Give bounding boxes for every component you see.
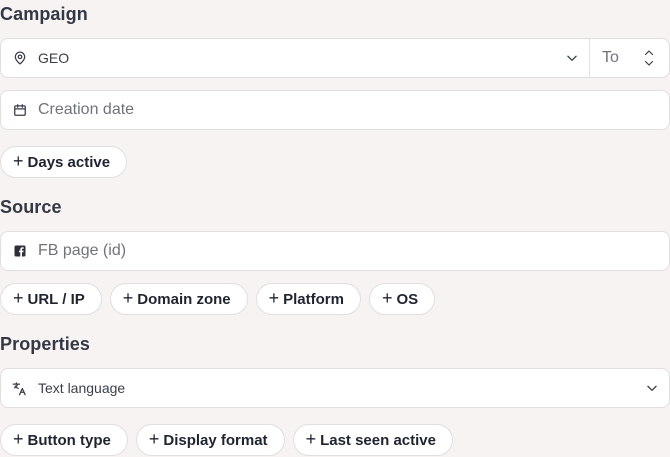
add-days-active-chip[interactable]: + Days active: [0, 146, 128, 178]
plus-icon: +: [122, 288, 134, 308]
properties-chip-row: + Button type + Display format + Last se…: [0, 424, 453, 456]
chip-label: Button type: [27, 431, 111, 449]
add-domain-zone-chip[interactable]: + Domain zone: [109, 283, 248, 315]
plus-icon: +: [13, 151, 24, 171]
chip-label: URL / IP: [27, 290, 85, 308]
add-url-ip-chip[interactable]: + URL / IP: [0, 283, 102, 315]
chevron-down-icon[interactable]: [635, 381, 669, 395]
chevron-down-icon[interactable]: [555, 51, 589, 65]
chip-label: Display format: [163, 431, 268, 449]
map-pin-icon: [1, 51, 38, 65]
source-section-title: Source: [0, 197, 62, 217]
campaign-section-title: Campaign: [0, 4, 88, 24]
campaign-chip-row: + Days active: [0, 146, 128, 178]
fb-page-field[interactable]: FB page (id): [0, 231, 670, 271]
plus-icon: +: [268, 288, 280, 308]
chip-label: Last seen active: [320, 431, 436, 449]
add-platform-chip[interactable]: + Platform: [255, 283, 361, 315]
chip-label: Platform: [283, 290, 344, 308]
plus-icon: +: [148, 429, 160, 449]
geo-select[interactable]: GEO To: [0, 38, 670, 78]
facebook-icon: [1, 245, 38, 257]
chip-label: OS: [396, 290, 419, 308]
chip-label: Domain zone: [137, 290, 231, 308]
stepper[interactable]: [637, 48, 661, 68]
add-display-format-chip[interactable]: + Display format: [135, 424, 285, 456]
creation-date-field[interactable]: Creation date: [0, 90, 670, 130]
add-last-seen-active-chip[interactable]: + Last seen active: [292, 424, 453, 456]
plus-icon: +: [13, 288, 24, 308]
fb-page-placeholder: FB page (id): [38, 242, 127, 259]
plus-icon: +: [305, 429, 317, 449]
text-language-label: Text language: [38, 380, 126, 396]
chevron-up-icon[interactable]: [643, 48, 655, 57]
to-placeholder: To: [602, 49, 619, 66]
plus-icon: +: [13, 429, 24, 449]
properties-section-title: Properties: [0, 334, 91, 354]
chip-label: Days active: [27, 153, 111, 171]
translate-icon: [1, 381, 38, 396]
to-stepper-field[interactable]: To: [589, 39, 669, 77]
geo-select-value: GEO: [38, 50, 70, 66]
text-language-select[interactable]: Text language: [0, 368, 670, 408]
plus-icon: +: [381, 288, 393, 308]
add-button-type-chip[interactable]: + Button type: [0, 424, 128, 456]
add-os-chip[interactable]: + OS: [368, 283, 436, 315]
source-chip-row: + URL / IP + Domain zone + Platform + OS: [0, 283, 436, 315]
chevron-down-icon[interactable]: [643, 59, 655, 68]
creation-date-placeholder: Creation date: [38, 101, 135, 118]
calendar-icon: [1, 103, 38, 117]
